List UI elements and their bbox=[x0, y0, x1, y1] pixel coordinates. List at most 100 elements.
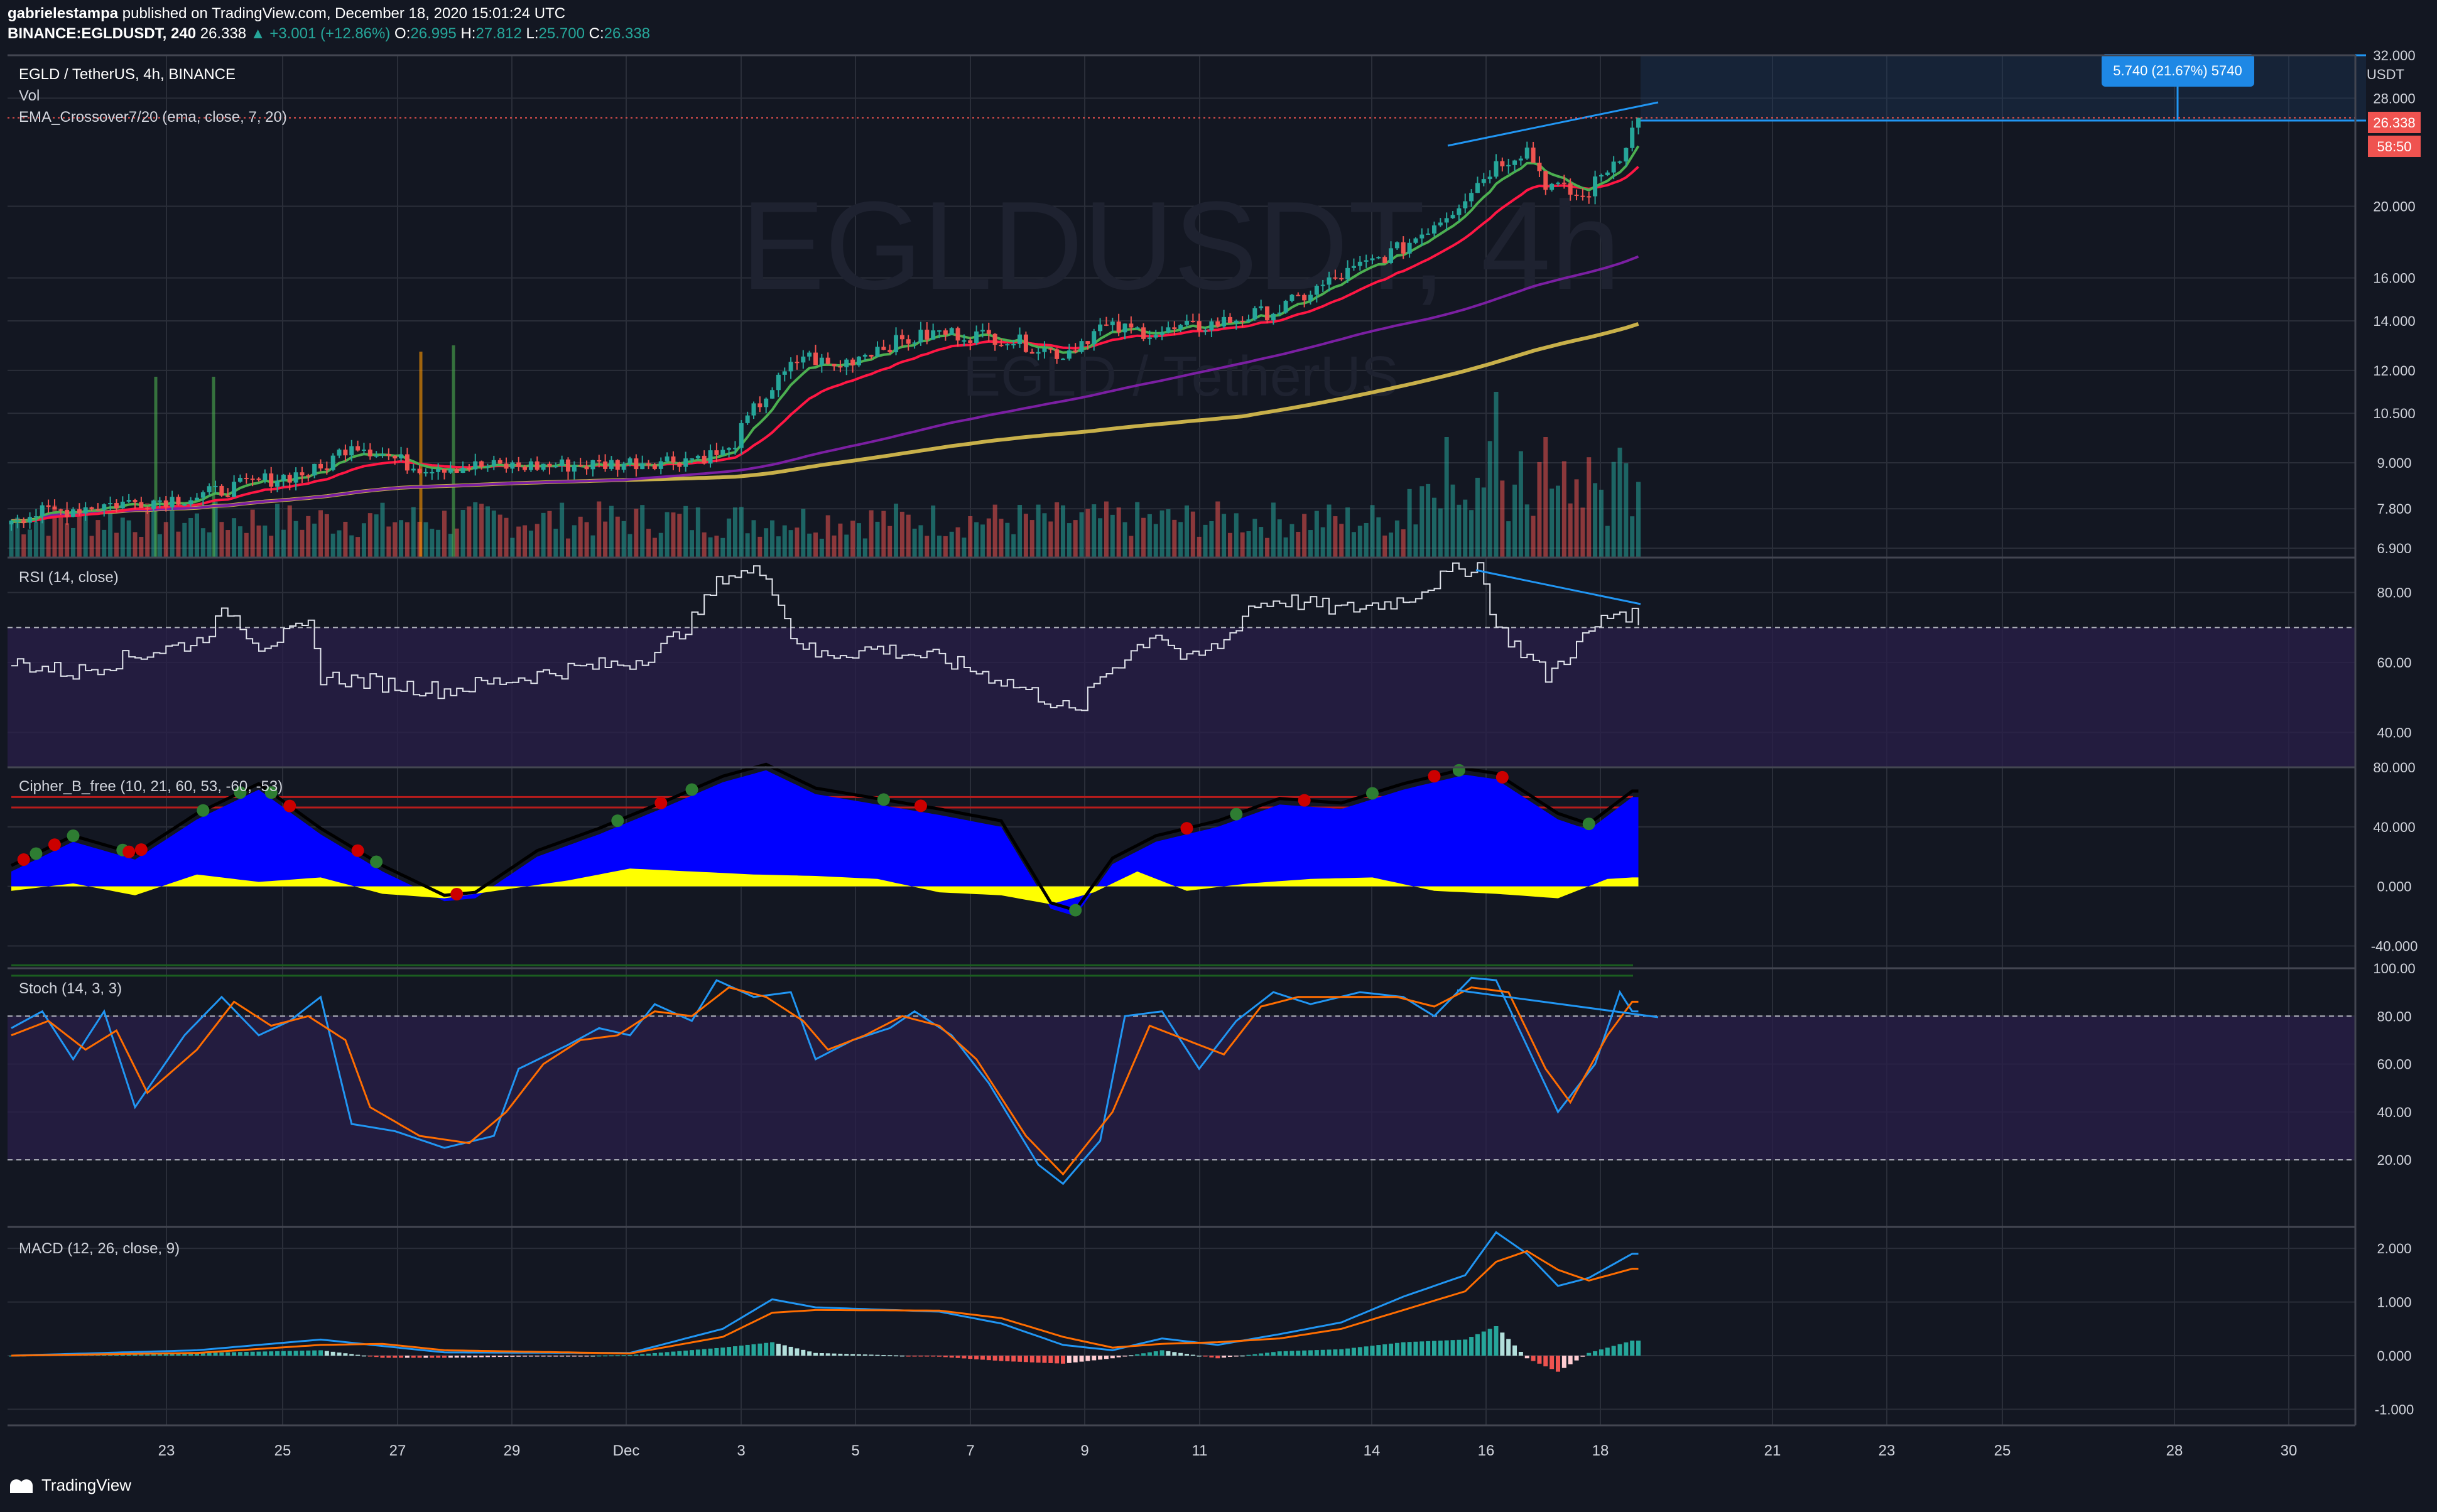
candle-body bbox=[1506, 165, 1511, 166]
price-tick-label: 20.000 bbox=[2373, 198, 2415, 214]
rsi-title: RSI (14, close) bbox=[19, 569, 119, 586]
macd-hist-bar bbox=[1364, 1346, 1369, 1356]
volume-bar bbox=[1550, 489, 1555, 558]
macd-hist-bar bbox=[875, 1354, 880, 1356]
volume-bar bbox=[1394, 520, 1399, 558]
candle-body bbox=[318, 463, 323, 469]
volume-bar bbox=[986, 518, 991, 558]
volume-bar bbox=[1029, 520, 1034, 558]
macd-hist-bar bbox=[1159, 1350, 1164, 1356]
candle-body bbox=[1475, 183, 1480, 193]
volume-bar bbox=[1500, 480, 1505, 558]
candle-body bbox=[1345, 267, 1350, 279]
candle-body bbox=[1011, 343, 1016, 345]
candle-body bbox=[1550, 183, 1555, 190]
volume-bar bbox=[1531, 516, 1536, 558]
candle-body bbox=[1277, 312, 1282, 314]
macd-hist-bar bbox=[1394, 1342, 1399, 1356]
macd-hist-bar bbox=[1135, 1354, 1140, 1356]
volume-bar bbox=[1234, 513, 1239, 558]
candle-body bbox=[1394, 242, 1399, 249]
volume-bar bbox=[1289, 524, 1294, 558]
macd-hist-bar bbox=[1042, 1355, 1047, 1363]
volume-bar bbox=[473, 502, 478, 558]
volume-bar bbox=[1580, 507, 1585, 558]
candle-body bbox=[553, 466, 558, 468]
macd-hist-bar bbox=[1327, 1349, 1332, 1356]
macd-hist-bar bbox=[1153, 1351, 1158, 1356]
macd-hist-bar bbox=[745, 1344, 750, 1356]
time-tick-label: 21 bbox=[1764, 1442, 1781, 1459]
author-name[interactable]: gabrielestampa bbox=[8, 5, 118, 22]
candle-body bbox=[367, 449, 372, 456]
macd-hist-bar bbox=[1073, 1355, 1078, 1363]
macd-tick-label: 2.000 bbox=[2377, 1241, 2411, 1256]
candle-body bbox=[1518, 158, 1523, 161]
macd-hist-bar bbox=[417, 1355, 422, 1358]
macd-hist-bar bbox=[1271, 1352, 1276, 1356]
macd-hist-bar bbox=[1598, 1349, 1604, 1356]
candle-body bbox=[349, 446, 354, 456]
stoch-tick-label: 60.00 bbox=[2377, 1057, 2411, 1072]
candle-body bbox=[560, 459, 565, 467]
macd-hist-bar bbox=[374, 1355, 379, 1358]
volume-bar bbox=[1073, 520, 1078, 558]
volume-bar bbox=[460, 510, 465, 558]
volume-bar bbox=[139, 536, 144, 558]
macd-hist-bar bbox=[1308, 1350, 1313, 1356]
macd-hist-bar bbox=[962, 1355, 967, 1359]
candle-body bbox=[293, 472, 298, 483]
volume-bar bbox=[275, 504, 280, 558]
macd-tick-label: -1.000 bbox=[2375, 1401, 2414, 1417]
volume-bar bbox=[1432, 497, 1436, 558]
volume-bar bbox=[263, 525, 268, 558]
candle-body bbox=[1389, 248, 1394, 263]
volume-bar bbox=[727, 518, 732, 558]
macd-hist-bar bbox=[881, 1354, 886, 1356]
macd-hist-bar bbox=[931, 1355, 936, 1357]
volume-bar bbox=[708, 537, 713, 558]
volume-bar bbox=[1129, 536, 1134, 558]
volume-bar bbox=[399, 520, 404, 558]
candle-body bbox=[460, 467, 465, 473]
candle-body bbox=[1580, 195, 1585, 197]
candle-body bbox=[324, 468, 329, 470]
macd-hist-bar bbox=[1376, 1345, 1381, 1356]
macd-hist-bar bbox=[732, 1346, 737, 1356]
volume-bar bbox=[467, 506, 472, 558]
candle-body bbox=[658, 461, 663, 469]
macd-hist-bar bbox=[343, 1353, 348, 1356]
candle-body bbox=[1611, 161, 1616, 173]
candle-body bbox=[1561, 182, 1566, 184]
volume-bar bbox=[170, 502, 175, 558]
candle-body bbox=[1438, 222, 1443, 225]
macd-hist-bar bbox=[541, 1355, 546, 1357]
footer-brand[interactable]: TradingView bbox=[8, 1476, 131, 1495]
macd-hist-bar bbox=[1593, 1351, 1598, 1356]
volume-bar bbox=[244, 532, 249, 558]
candle-body bbox=[671, 456, 676, 463]
volume-bar bbox=[1561, 461, 1566, 558]
macd-hist-bar bbox=[1556, 1355, 1560, 1372]
volume-bar bbox=[1283, 537, 1288, 558]
time-tick-label: Dec bbox=[613, 1442, 640, 1459]
macd-hist-bar bbox=[708, 1348, 713, 1356]
volume-bar bbox=[603, 521, 608, 558]
candle-body bbox=[485, 466, 490, 468]
volume-bar bbox=[1104, 501, 1109, 558]
macd-hist-bar bbox=[1518, 1351, 1523, 1356]
publish-line: gabrielestampa published on TradingView.… bbox=[8, 4, 650, 24]
candle-body bbox=[1098, 324, 1103, 332]
candle-body bbox=[844, 359, 849, 367]
volume-bar bbox=[1636, 482, 1641, 558]
macd-hist-bar bbox=[764, 1342, 769, 1356]
volume-bar bbox=[95, 520, 100, 558]
macd-hist-bar bbox=[1481, 1331, 1486, 1356]
candle-body bbox=[732, 448, 737, 450]
macd-hist-bar bbox=[1011, 1355, 1016, 1362]
volume-bar bbox=[751, 520, 756, 558]
open-value: 26.995 bbox=[410, 25, 457, 42]
candle-body bbox=[1444, 218, 1449, 223]
volume-bar bbox=[108, 513, 113, 558]
volume-bar bbox=[1067, 523, 1072, 558]
